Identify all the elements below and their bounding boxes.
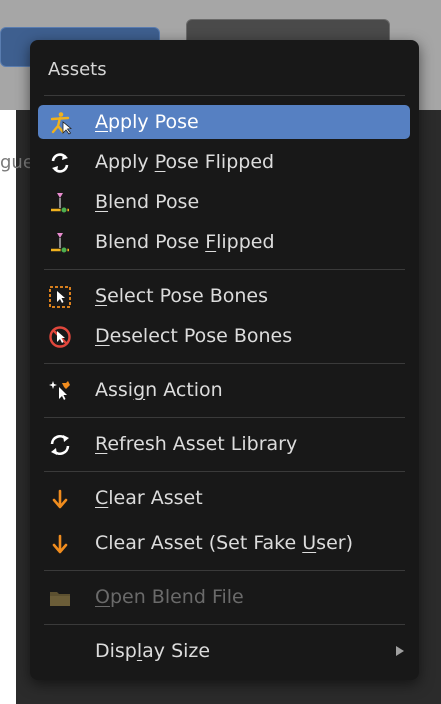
blend-pose-flipped-item[interactable]: Blend Pose Flipped — [38, 225, 410, 259]
menu-title: Assets — [48, 59, 107, 80]
apply-pose-flipped-label: Apply Pose Flipped — [95, 151, 275, 173]
select-bones-icon — [48, 285, 71, 308]
open-blend-file-item[interactable]: Open Blend File — [38, 580, 410, 614]
deselect-pose-bones-label: Deselect Pose Bones — [95, 325, 293, 347]
background-partial-label: gue — [0, 152, 34, 173]
folder-icon — [48, 586, 70, 608]
assign-action-item[interactable]: Assign Action — [38, 373, 410, 407]
blend-pose-flipped-icon — [48, 231, 70, 254]
blend-pose-item[interactable]: Blend Pose — [38, 185, 410, 219]
clear-asset-fake-user-label: Clear Asset (Set Fake User) — [95, 532, 353, 554]
pose-apply-icon — [48, 111, 72, 135]
menu-separator — [44, 624, 405, 625]
menu-separator — [44, 471, 405, 472]
clear-asset-fake-user-item[interactable]: Clear Asset (Set Fake User) — [38, 526, 410, 560]
assets-context-menu: Assets Apply Pose Apply Pose Flipped Ble… — [30, 40, 419, 680]
apply-pose-label: Apply Pose — [95, 111, 199, 133]
submenu-arrow-icon — [396, 646, 404, 656]
refresh-asset-library-label: Refresh Asset Library — [95, 433, 298, 455]
apply-pose-flipped-item[interactable]: Apply Pose Flipped — [38, 145, 410, 179]
refresh-asset-library-item[interactable]: Refresh Asset Library — [38, 427, 410, 461]
clear-asset-fake-user-icon — [48, 532, 70, 554]
refresh-icon — [48, 433, 70, 455]
assign-action-icon — [48, 379, 70, 401]
display-size-label: Display Size — [95, 640, 211, 662]
display-size-item[interactable]: Display Size — [38, 634, 410, 668]
menu-separator — [44, 363, 405, 364]
deselect-pose-bones-item[interactable]: Deselect Pose Bones — [38, 319, 410, 353]
clear-asset-label: Clear Asset — [95, 487, 203, 509]
deselect-bones-icon — [48, 325, 71, 348]
select-pose-bones-item[interactable]: Select Pose Bones — [38, 279, 410, 313]
menu-separator — [44, 95, 405, 96]
clear-asset-item[interactable]: Clear Asset — [38, 481, 410, 515]
select-pose-bones-label: Select Pose Bones — [95, 285, 268, 307]
apply-pose-item[interactable]: Apply Pose — [38, 105, 410, 139]
menu-separator — [44, 417, 405, 418]
blend-pose-icon — [48, 191, 70, 214]
blend-pose-label: Blend Pose — [95, 191, 200, 213]
clear-asset-icon — [48, 487, 70, 509]
assign-action-label: Assign Action — [95, 379, 223, 401]
blend-pose-flipped-label: Blend Pose Flipped — [95, 231, 275, 253]
menu-separator — [44, 269, 405, 270]
open-blend-file-label: Open Blend File — [95, 586, 244, 608]
pose-flip-icon — [48, 151, 70, 173]
menu-separator — [44, 570, 405, 571]
